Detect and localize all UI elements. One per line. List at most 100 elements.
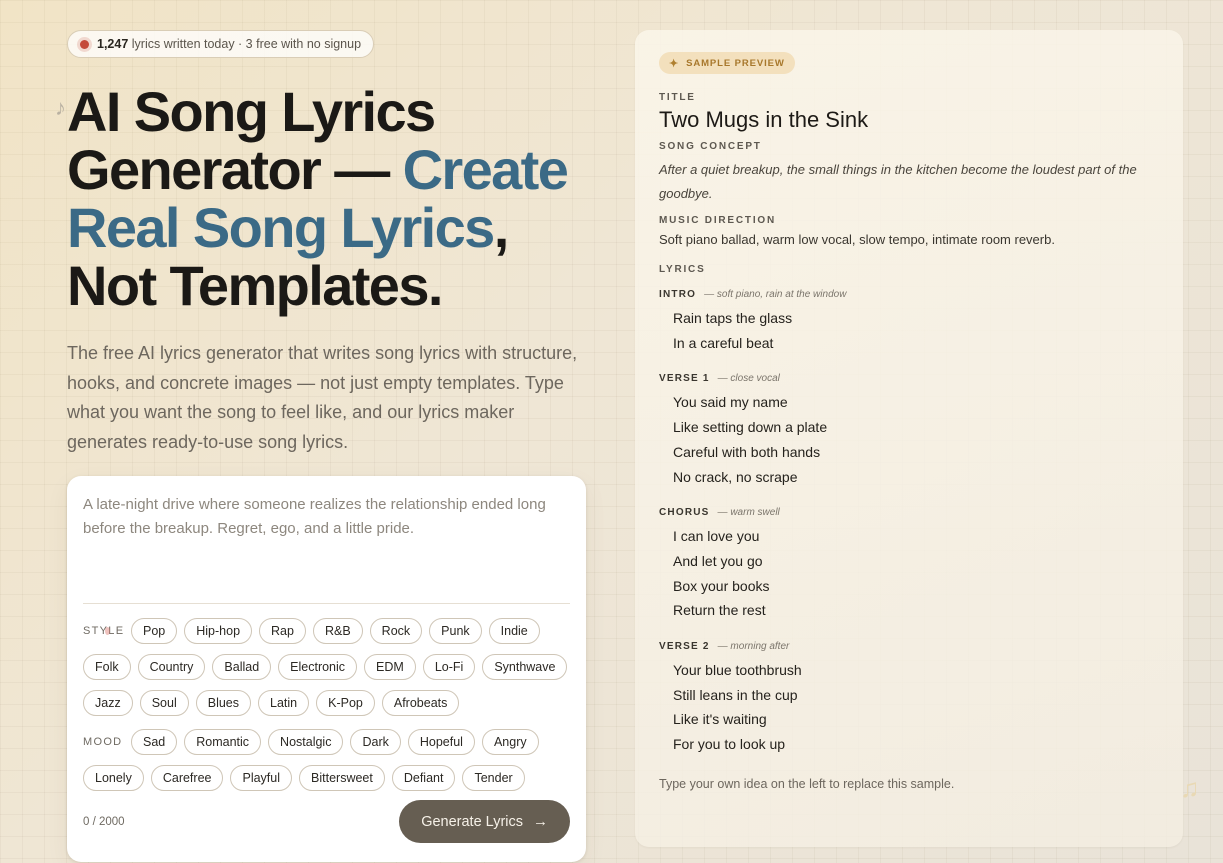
style-chip-afrobeats[interactable]: Afrobeats [381, 690, 460, 716]
style-chip-rock[interactable]: Rock [369, 618, 423, 644]
style-chip-soul[interactable]: Soul [139, 690, 189, 716]
stanza-header: VERSE 1 — close vocal [659, 373, 1159, 384]
title-part-1: AI Song Lyrics Generator — [67, 80, 436, 201]
stanza-name: CHORUS [659, 507, 710, 519]
live-stats-badge: 1,247 lyrics written today · 3 free with… [67, 30, 375, 58]
stanza-intro: INTRO — soft piano, rain at the window Rai… [659, 289, 1159, 355]
character-count: 0 / 2000 [83, 815, 125, 828]
live-text: lyrics written today · 3 free with no si… [131, 37, 362, 51]
style-chip-pop[interactable]: Pop [131, 618, 178, 644]
stanza-lines: Rain taps the glass In a careful beat [659, 306, 1159, 355]
stanza-note: — morning after [717, 641, 790, 653]
lyric-line: Still leans in the cup [673, 686, 798, 703]
stanza-note: — soft piano, rain at the window [704, 289, 847, 300]
mood-chip-playful[interactable]: Playful [230, 765, 293, 791]
style-chip-k-pop[interactable]: K-Pop [316, 690, 375, 716]
lyric-line: Rain taps the glass [673, 310, 793, 326]
stanza-verse-2: VERSE 2 — morning after Your blue toothbru… [659, 641, 1159, 757]
lyric-line: Return the rest [673, 602, 766, 619]
mood-chip-tender[interactable]: Tender [462, 765, 525, 791]
stanza-verse-1: VERSE 1 — close vocal You said my name Like… [659, 373, 1159, 489]
lyric-line: You said my name [673, 394, 788, 411]
replace-hint: Type your own idea on the left to replac… [659, 776, 955, 791]
lyric-line: Your blue toothbrush [673, 662, 802, 679]
stanza-lines: I can love you And let you go Box your boo… [659, 524, 1159, 623]
stanza-note: — close vocal [717, 373, 780, 385]
sample-preview-panel: ✦ SAMPLE PREVIEW TITLE Two Mugs in the S… [635, 30, 1183, 847]
music-note-icon: ♪ [55, 95, 66, 120]
style-chip-r-b[interactable]: R&B [312, 618, 363, 644]
stanza-header: VERSE 2 — morning after [659, 641, 1159, 652]
style-chip-synthwave[interactable]: Synthwave [482, 654, 568, 680]
style-label: STYLE [83, 625, 125, 637]
style-chip-group: STYLE Pop Hip-hop Rap R&B Rock Punk Indie Folk C… [83, 618, 570, 716]
stanza-lines: Your blue toothbrush Still leans in the c… [659, 658, 1159, 757]
generate-lyrics-button[interactable]: Generate Lyrics → [399, 800, 570, 843]
decorative-dot [105, 627, 110, 635]
lyric-line: I can love you [673, 528, 760, 545]
style-chip-ballad[interactable]: Ballad [212, 654, 272, 680]
mood-chip-bittersweet[interactable]: Bittersweet [299, 765, 385, 791]
style-chip-electronic[interactable]: Electronic [278, 654, 358, 680]
style-chip-indie[interactable]: Indie [488, 618, 540, 644]
stanza-name: INTRO [659, 289, 697, 300]
mood-chip-group: MOOD Sad Romantic Nostalgic Dark Hopeful Angr… [83, 729, 570, 791]
lyric-line: Like it's waiting [673, 711, 767, 728]
mood-chip-hopeful[interactable]: Hopeful [407, 729, 475, 755]
live-count: 1,247 [97, 37, 129, 51]
style-chip-hip-hop[interactable]: Hip-hop [184, 618, 253, 644]
stanza-header: INTRO — soft piano, rain at the window [659, 289, 1159, 300]
hero-section: 1,247 lyrics written today · 3 free with… [55, 30, 587, 457]
mood-chip-sad[interactable]: Sad [131, 729, 178, 755]
lyrics-label: LYRICS [659, 264, 706, 275]
lyric-line: In a careful beat [673, 334, 774, 351]
page-title: ♪ AI Song Lyrics Generator — Create Real… [55, 80, 587, 315]
stanza-chorus: CHORUS — warm swell I can love you And let … [659, 507, 1159, 623]
style-chip-punk[interactable]: Punk [429, 618, 482, 644]
arrow-right-icon: → [533, 813, 548, 830]
mood-chip-carefree[interactable]: Carefree [150, 765, 224, 791]
sample-badge-label: SAMPLE PREVIEW [686, 57, 785, 69]
direction-label: MUSIC DIRECTION [659, 215, 776, 226]
song-title: Two Mugs in the Sink [659, 107, 869, 132]
live-indicator-dot [80, 39, 89, 49]
lyrics-composer: STYLE PopHip-hopRapR&BRockPunkIndieFolkC… [67, 476, 586, 862]
mood-chip-romantic[interactable]: Romantic [184, 729, 262, 755]
song-idea-input[interactable] [83, 476, 570, 604]
lyric-line: And let you go [673, 552, 763, 569]
composer-footer: 0 / 2000 Generate Lyrics → [83, 800, 570, 843]
mood-label: MOOD [83, 736, 123, 748]
stanza-name: VERSE 1 [659, 373, 710, 385]
sample-preview-badge: ✦ SAMPLE PREVIEW [659, 52, 795, 74]
lyrics-body: INTRO — soft piano, rain at the window Rai… [659, 289, 1159, 757]
mood-chip-angry[interactable]: Angry [481, 729, 539, 755]
lyric-line: For you to look up [673, 736, 786, 753]
mood-chip-lonely[interactable]: Lonely [83, 765, 144, 791]
lyric-line: Like setting down a plate [673, 419, 828, 436]
generate-label: Generate Lyrics [421, 813, 523, 830]
style-chip-rap[interactable]: Rap [259, 618, 306, 644]
stanza-note: — warm swell [717, 507, 780, 519]
stanza-header: CHORUS — warm swell [659, 507, 1159, 518]
mood-chip-nostalgic[interactable]: Nostalgic [268, 729, 344, 755]
mood-chip-dark[interactable]: Dark [350, 729, 401, 755]
concept-label: SONG CONCEPT [659, 141, 762, 152]
song-concept: After a quiet breakup, the small things … [659, 162, 1137, 201]
stanza-name: VERSE 2 [659, 641, 710, 653]
lyric-line: No crack, no scrape [673, 468, 798, 485]
style-chip-jazz[interactable]: Jazz [83, 690, 133, 716]
lyric-line: Box your books [673, 577, 770, 594]
style-chip-lo-fi[interactable]: Lo-Fi [422, 654, 476, 680]
stanza-lines: You said my name Like setting down a plat… [659, 390, 1159, 489]
hero-subtitle: The free AI lyrics generator that writes… [67, 343, 578, 452]
music-notes-icon: ♫ [1180, 773, 1200, 803]
style-chip-blues[interactable]: Blues [195, 690, 252, 716]
lyric-line: Careful with both hands [673, 443, 821, 460]
style-chip-edm[interactable]: EDM [364, 654, 416, 680]
title-label: TITLE [659, 92, 696, 103]
style-chip-folk[interactable]: Folk [83, 654, 131, 680]
style-chip-latin[interactable]: Latin [258, 690, 310, 716]
mood-chip-defiant[interactable]: Defiant [391, 765, 456, 791]
style-chip-country[interactable]: Country [137, 654, 206, 680]
music-direction: Soft piano ballad, warm low vocal, slow … [659, 232, 1055, 247]
